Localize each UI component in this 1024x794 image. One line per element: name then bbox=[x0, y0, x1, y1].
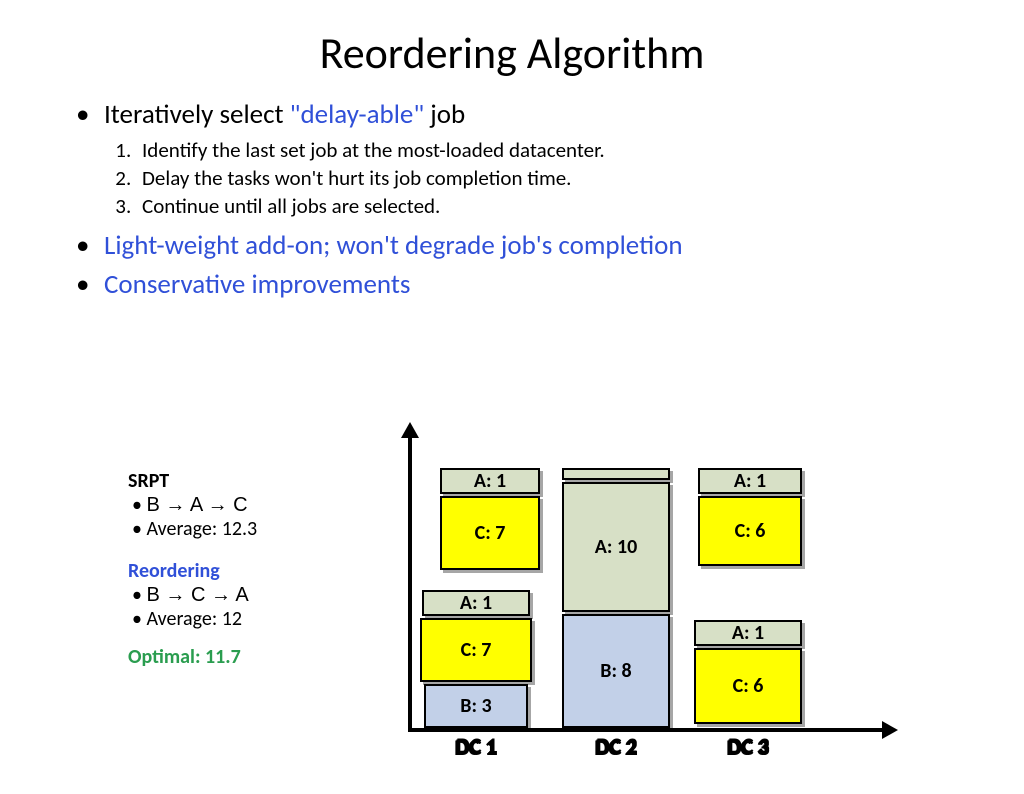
chart-area: B: 3 C: 7 A: 1 C: 7 A: 1 B: 8 A: 10 C: 6… bbox=[392, 422, 912, 752]
bullet1-suffix: job bbox=[424, 98, 465, 131]
steps-list: Identify the last set job at the most-lo… bbox=[136, 137, 948, 219]
srpt-avg: Average: 12.3 bbox=[132, 517, 257, 541]
reorder-avg: Average: 12 bbox=[132, 607, 257, 631]
bullet1-delayable: "delay-able" bbox=[290, 98, 425, 131]
step-2: Delay the tasks won't hurt its job compl… bbox=[136, 165, 948, 191]
x-axis bbox=[408, 728, 888, 732]
y-axis bbox=[408, 432, 412, 732]
x-axis-arrow-icon bbox=[882, 721, 898, 739]
reorder-heading: Reordering bbox=[128, 559, 257, 583]
dc3-a1-lower: A: 1 bbox=[694, 620, 802, 646]
step-1: Identify the last set job at the most-lo… bbox=[136, 137, 948, 163]
dc2-a-indicator bbox=[562, 468, 670, 480]
dc1-a1-upper: A: 1 bbox=[440, 468, 540, 494]
dc1-c7-lower: C: 7 bbox=[420, 618, 532, 682]
dc1-label: DC 1 bbox=[436, 733, 516, 760]
dc2-label: DC 2 bbox=[576, 733, 656, 760]
srpt-order: B → A → C bbox=[132, 493, 257, 517]
dc2-a10: A: 10 bbox=[562, 482, 670, 612]
reorder-order: B → C → A bbox=[132, 583, 257, 607]
content-area: Iteratively select "delay-able" job Iden… bbox=[76, 98, 948, 301]
dc1-b3: B: 3 bbox=[424, 684, 528, 728]
dc3-c6-upper: C: 6 bbox=[698, 496, 802, 566]
dc1-c7-upper: C: 7 bbox=[440, 496, 540, 570]
dc3-label: DC 3 bbox=[708, 733, 788, 760]
bullet-conservative: Conservative improvements bbox=[76, 268, 948, 301]
bullet1-prefix: Iteratively select bbox=[104, 98, 290, 131]
comparison-notes: SRPT B → A → C Average: 12.3 Reordering … bbox=[128, 469, 257, 669]
dc3-a1-upper: A: 1 bbox=[698, 468, 802, 494]
dc2-b8: B: 8 bbox=[562, 614, 670, 728]
slide-title: Reordering Algorithm bbox=[0, 26, 1024, 80]
dc3-c6-lower: C: 6 bbox=[694, 648, 802, 724]
optimal-label: Optimal: 11.7 bbox=[128, 645, 257, 669]
dc1-a1-lower: A: 1 bbox=[422, 590, 530, 616]
bullet-iterative: Iteratively select "delay-able" job bbox=[76, 98, 948, 131]
bullet-lightweight: Light-weight add-on; won't degrade job's… bbox=[76, 229, 948, 262]
step-3: Continue until all jobs are selected. bbox=[136, 193, 948, 219]
y-axis-arrow-icon bbox=[401, 422, 419, 438]
srpt-heading: SRPT bbox=[128, 469, 257, 493]
